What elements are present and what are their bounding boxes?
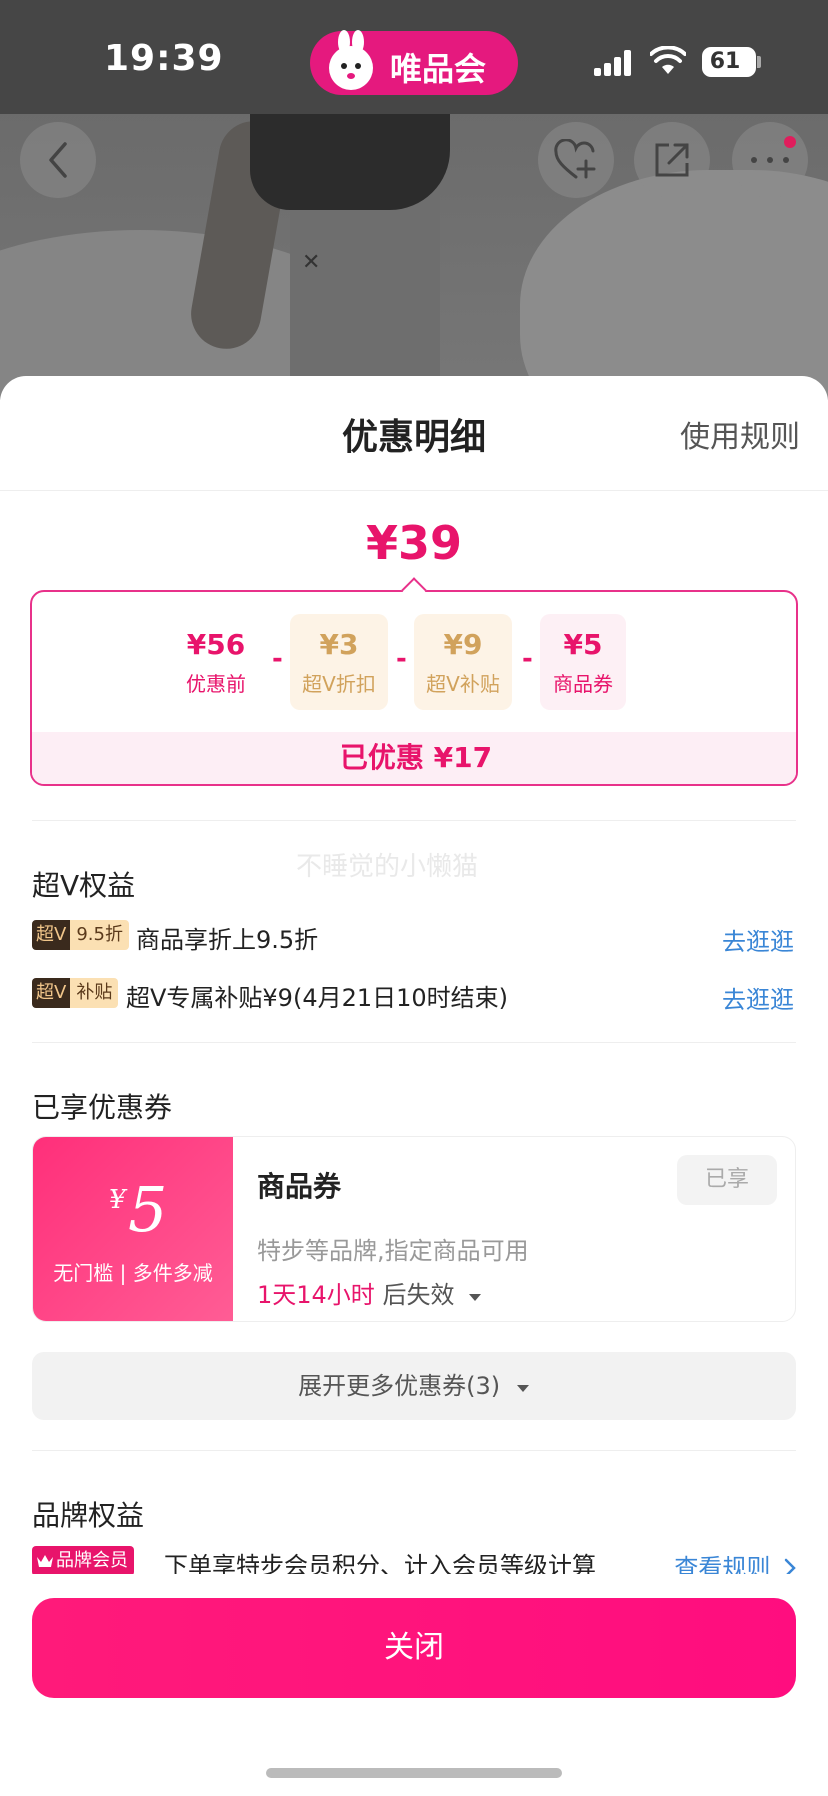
caret-down-icon: [469, 1294, 482, 1301]
watermark: 不睡觉的小懒猫: [296, 852, 479, 882]
coupon-value-panel: ¥ 5 无门槛 | 多件多减: [33, 1137, 233, 1321]
superv-subsidy-text: 超V专属补贴¥9(4月21日10时结束): [126, 984, 509, 1012]
coupon-description: 特步等品牌,指定商品可用: [257, 1237, 529, 1265]
close-button[interactable]: 关闭: [32, 1598, 796, 1698]
cellular-signal-icon: [594, 50, 634, 76]
favorite-button[interactable]: [538, 122, 614, 198]
superv-discount-go-link[interactable]: 去逛逛: [722, 922, 794, 957]
chevron-left-icon: [49, 142, 67, 178]
wifi-icon: [650, 46, 686, 74]
battery-icon: 61: [702, 47, 756, 77]
coupons-section-title: 已享优惠券: [32, 1091, 173, 1124]
share-icon: [655, 143, 689, 177]
coupon-condition: 无门槛 | 多件多减: [53, 1261, 213, 1285]
notification-dot: [784, 136, 796, 148]
final-price: ¥39: [365, 516, 463, 570]
app-brand-name: 唯品会: [390, 50, 487, 88]
crown-icon: [37, 1555, 53, 1567]
coupon-value: 5: [128, 1173, 168, 1246]
heart-plus-icon: [554, 139, 596, 179]
superv-discount-tag: 超V 9.5折: [32, 920, 129, 950]
total-saved: 已优惠 ¥17: [32, 732, 796, 784]
share-button[interactable]: [634, 122, 710, 198]
breakdown-coupon: ¥5 商品券: [540, 614, 626, 710]
caret-down-icon: [516, 1385, 529, 1392]
home-indicator: [266, 1768, 562, 1778]
status-time: 19:39: [104, 38, 224, 79]
breakdown-superv-subsidy: ¥9 超V补贴: [414, 614, 512, 710]
superv-discount-text: 商品享折上9.5折: [136, 926, 319, 954]
brand-section-title: 品牌权益: [32, 1499, 145, 1532]
coupon-expiry[interactable]: 1天14小时 后失效: [257, 1275, 482, 1310]
expand-more-coupons-button[interactable]: 展开更多优惠券(3): [32, 1352, 796, 1420]
breakdown-superv-discount: ¥3 超V折扣: [290, 614, 388, 710]
rabbit-mascot-icon: [329, 30, 373, 90]
superv-subsidy-tag: 超V 补贴: [32, 978, 119, 1008]
coupon-status-badge: 已享: [677, 1155, 777, 1205]
back-button[interactable]: [20, 122, 96, 198]
battery-level: 61: [709, 49, 741, 74]
breakdown-original: ¥56 优惠前: [186, 628, 246, 696]
more-button[interactable]: [732, 122, 808, 198]
coupon-name: 商品券: [257, 1170, 342, 1203]
more-dots-icon: [751, 157, 789, 163]
superv-subsidy-go-link[interactable]: 去逛逛: [722, 980, 794, 1015]
coupon-card: ¥ 5 无门槛 | 多件多减 商品券 特步等品牌,指定商品可用 1天14小时 后…: [32, 1136, 796, 1322]
usage-rules-link[interactable]: 使用规则: [680, 412, 800, 456]
price-breakdown-box: ¥56 优惠前 - ¥3 超V折扣 - ¥9 超V补贴 - ¥5 商品券 已优惠…: [30, 590, 798, 786]
brand-member-tag: 品牌会员: [32, 1546, 134, 1576]
superv-section-title: 超V权益: [32, 869, 136, 902]
